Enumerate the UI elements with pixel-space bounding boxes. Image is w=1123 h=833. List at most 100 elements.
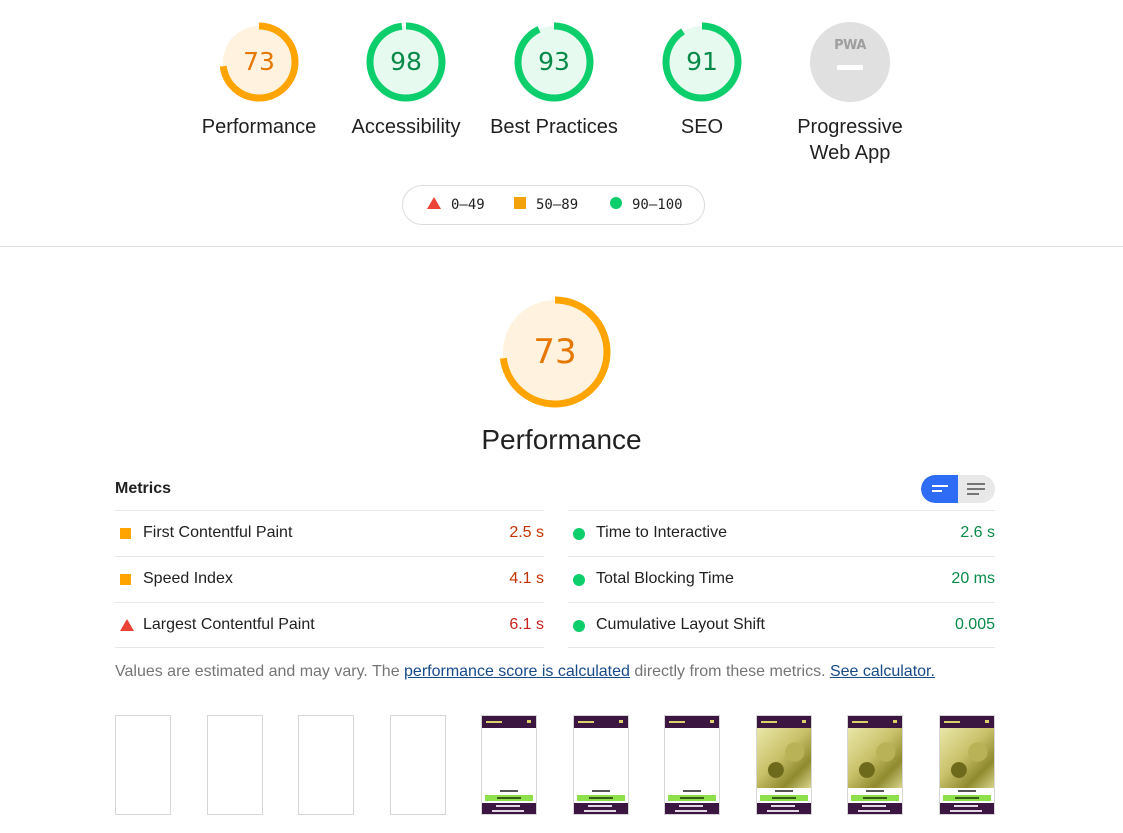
gauge-seo[interactable]: 91 SEO: [627, 20, 777, 140]
metric-name: First Contentful Paint: [143, 524, 293, 541]
frame-footer: [757, 803, 811, 814]
filmstrip-frame: [573, 715, 629, 815]
legend-average: 50–89: [514, 186, 578, 224]
metric-row[interactable]: First Contentful Paint 2.5 s: [115, 510, 544, 556]
frame-topbar: [848, 716, 902, 728]
performance-score: 73: [533, 332, 577, 372]
frame-topbar: [757, 716, 811, 728]
metric-row[interactable]: Total Blocking Time 20 ms: [568, 556, 995, 602]
metric-name: Cumulative Layout Shift: [596, 616, 765, 633]
filmstrip-frame: [298, 715, 354, 815]
legend-fail-label: 0–49: [451, 197, 485, 213]
legend-fail: 0–49: [427, 186, 485, 224]
frame-green: [668, 795, 716, 801]
metric-value: 4.1 s: [509, 570, 544, 587]
expanded-view-button[interactable]: [958, 475, 995, 503]
pwa-label-line1: Progressive: [797, 116, 903, 138]
gauge-ring: 91: [660, 20, 744, 104]
note-prefix: Values are estimated and may vary. The: [115, 663, 405, 680]
frame-image: [757, 728, 811, 788]
frame-image: [940, 728, 994, 788]
metric-value: 0.005: [954, 616, 995, 633]
frame-caption: [592, 790, 610, 792]
metrics-left-column: First Contentful Paint 2.5 s Speed Index…: [115, 510, 544, 648]
gauge-ring: 98: [364, 20, 448, 104]
frame-topbar: [574, 716, 628, 728]
gauge-label: SEO: [680, 116, 724, 138]
compact-view-button[interactable]: [921, 475, 958, 503]
metrics-right-column: Time to Interactive 2.6 s Total Blocking…: [568, 510, 995, 648]
frame-caption: [500, 790, 518, 792]
gauge-label: Performance: [201, 116, 317, 138]
frame-topbar: [665, 716, 719, 728]
average-square-icon: [120, 574, 131, 585]
performance-title: Performance: [481, 424, 642, 455]
metric-name: Speed Index: [143, 570, 233, 587]
filmstrip-frame: [756, 715, 812, 815]
square-icon: [514, 197, 526, 209]
score-calculated-link[interactable]: performance score is calculated: [404, 663, 630, 680]
metric-value: 2.6 s: [960, 524, 995, 541]
frame-green: [485, 795, 533, 801]
frame-footer: [940, 803, 994, 814]
metric-row[interactable]: Largest Contentful Paint 6.1 s: [115, 602, 544, 648]
gauge-label: Accessibility: [351, 116, 461, 138]
pwa-dash-icon: [837, 65, 863, 70]
filmstrip-frame: [115, 715, 171, 815]
gauge-ring: 73: [217, 20, 301, 104]
triangle-icon: [427, 197, 441, 209]
gauge-ring: 93: [512, 20, 596, 104]
frame-caption: [958, 790, 976, 792]
performance-gauge: 73: [497, 294, 613, 410]
frame-green: [760, 795, 808, 801]
metric-row[interactable]: Time to Interactive 2.6 s: [568, 510, 995, 556]
score-legend: 0–49 50–89 90–100: [402, 185, 705, 225]
frame-topbar: [940, 716, 994, 728]
gauge-score: 73: [243, 47, 275, 76]
lines-long-icon: [967, 483, 985, 495]
frame-green: [851, 795, 899, 801]
frame-caption: [866, 790, 884, 792]
filmstrip-frame: [207, 715, 263, 815]
lines-short-icon: [932, 485, 948, 492]
filmstrip-frame: [847, 715, 903, 815]
pass-circle-icon: [573, 528, 585, 540]
metrics-view-toggle[interactable]: [921, 475, 995, 503]
frame-caption: [683, 790, 701, 792]
frame-green: [577, 795, 625, 801]
frame-footer: [848, 803, 902, 814]
gauge-score: 98: [390, 47, 422, 76]
frame-footer: [574, 803, 628, 814]
section-divider: [0, 246, 1123, 247]
filmstrip-frame: [481, 715, 537, 815]
gauge-performance[interactable]: 73 Performance: [184, 20, 334, 140]
metric-value: 20 ms: [951, 570, 995, 587]
pwa-badge-icon: PWA: [810, 22, 890, 102]
metric-name: Largest Contentful Paint: [143, 616, 315, 633]
gauge-accessibility[interactable]: 98 Accessibility: [331, 20, 481, 140]
metric-row[interactable]: Cumulative Layout Shift 0.005: [568, 602, 995, 648]
gauge-pwa[interactable]: PWA Progressive Web App: [775, 20, 925, 166]
filmstrip-frame: [664, 715, 720, 815]
metric-row[interactable]: Speed Index 4.1 s: [115, 556, 544, 602]
metrics-note: Values are estimated and may vary. The p…: [115, 661, 935, 683]
gauge-best-practices[interactable]: 93 Best Practices: [479, 20, 629, 140]
gauge-label: Progressive Web App: [775, 114, 925, 166]
pass-circle-icon: [573, 620, 585, 632]
see-calculator-link[interactable]: See calculator.: [830, 663, 935, 680]
metrics-header: Metrics: [115, 480, 172, 497]
gauge-score: 93: [538, 47, 570, 76]
circle-icon: [610, 197, 622, 209]
legend-pass: 90–100: [610, 186, 683, 224]
filmstrip-frame: [390, 715, 446, 815]
metric-name: Total Blocking Time: [596, 570, 734, 587]
gauge-score: 91: [686, 47, 718, 76]
frame-caption: [775, 790, 793, 792]
average-square-icon: [120, 528, 131, 539]
pwa-badge-text: PWA: [834, 38, 866, 53]
legend-average-label: 50–89: [536, 197, 579, 213]
filmstrip-frame: [939, 715, 995, 815]
metric-name: Time to Interactive: [596, 524, 728, 541]
pass-circle-icon: [573, 574, 585, 586]
pwa-label-line2: Web App: [809, 142, 891, 164]
